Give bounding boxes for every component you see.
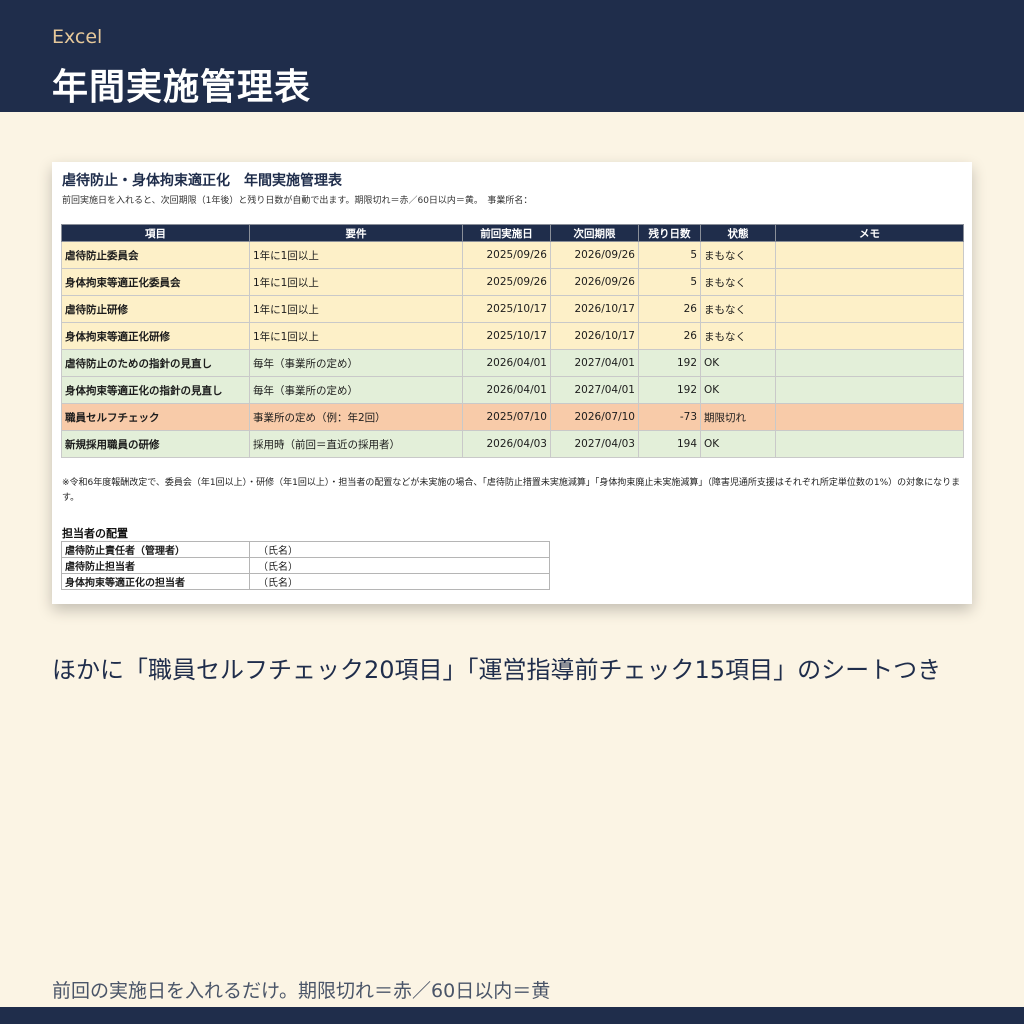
row-status-cell[interactable]: 期限切れ [700, 403, 776, 431]
row-status-cell[interactable]: OK [700, 376, 776, 404]
table-row: 身体拘束等適正化の指針の見直し 毎年（事業所の定め） 2026/04/01 2027/… [61, 376, 964, 404]
row-days-left-cell[interactable]: 26 [638, 322, 701, 350]
column-header-requirement: 要件 [249, 224, 463, 242]
row-next-deadline-cell[interactable]: 2027/04/01 [550, 376, 639, 404]
table-row: 職員セルフチェック 事業所の定め（例：年2回） 2025/07/10 2026/07/… [61, 403, 964, 431]
table-row: 虐待防止委員会 1年に1回以上 2025/09/26 2026/09/26 5 まもなく [61, 241, 964, 269]
column-header-days-left: 残り日数 [638, 224, 701, 242]
row-last-date-cell[interactable]: 2025/10/17 [462, 295, 551, 323]
row-last-date-cell[interactable]: 2026/04/03 [462, 430, 551, 458]
row-requirement-cell[interactable]: 1年に1回以上 [249, 295, 463, 323]
column-header-last-date: 前回実施日 [462, 224, 551, 242]
row-days-left-cell[interactable]: 26 [638, 295, 701, 323]
staff-role-cell: 虐待防止担当者 [61, 557, 250, 574]
penalty-note: ※令和6年度報酬改定で、委員会（年1回以上）・研修（年1回以上）・担当者の配置な… [62, 478, 961, 503]
table-row: 新規採用職員の研修 採用時（前回＝直近の採用者） 2026/04/03 2027/04… [61, 430, 964, 458]
row-requirement-cell[interactable]: 事業所の定め（例：年2回） [249, 403, 463, 431]
column-header-item: 項目 [61, 224, 250, 242]
row-item-cell[interactable]: 虐待防止研修 [61, 295, 250, 323]
row-requirement-cell[interactable]: 採用時（前回＝直近の採用者） [249, 430, 463, 458]
staff-name-cell[interactable]: （氏名） [249, 541, 550, 558]
row-memo-cell[interactable] [775, 322, 964, 350]
table-header-row: 項目 要件 前回実施日 次回期限 残り日数 状態 メモ [61, 224, 964, 242]
row-status-cell[interactable]: まもなく [700, 295, 776, 323]
sheet-subtitle: 前回実施日を入れると、次回期限（1年後）と残り日数が自動で出ます。期限切れ＝赤／… [62, 196, 533, 206]
staff-row: 身体拘束等適正化の担当者 （氏名） [61, 573, 550, 590]
staff-name-cell[interactable]: （氏名） [249, 573, 550, 590]
row-last-date-cell[interactable]: 2026/04/01 [462, 349, 551, 377]
row-days-left-cell[interactable]: 5 [638, 241, 701, 269]
row-memo-cell[interactable] [775, 241, 964, 269]
row-memo-cell[interactable] [775, 349, 964, 377]
staff-name-cell[interactable]: （氏名） [249, 557, 550, 574]
row-days-left-cell[interactable]: 194 [638, 430, 701, 458]
row-requirement-cell[interactable]: 毎年（事業所の定め） [249, 349, 463, 377]
row-next-deadline-cell[interactable]: 2027/04/01 [550, 349, 639, 377]
row-requirement-cell[interactable]: 1年に1回以上 [249, 322, 463, 350]
page-title: 年間実施管理表 [52, 67, 312, 108]
staff-row: 虐待防止責任者（管理者） （氏名） [61, 541, 550, 558]
row-item-cell[interactable]: 新規採用職員の研修 [61, 430, 250, 458]
row-last-date-cell[interactable]: 2025/10/17 [462, 322, 551, 350]
row-days-left-cell[interactable]: 192 [638, 376, 701, 404]
extra-sheets-caption: ほかに「職員セルフチェック20項目」「運営指導前チェック15項目」のシートつき [52, 656, 942, 684]
row-item-cell[interactable]: 職員セルフチェック [61, 403, 250, 431]
row-status-cell[interactable]: まもなく [700, 322, 776, 350]
staff-role-cell: 虐待防止責任者（管理者） [61, 541, 250, 558]
row-last-date-cell[interactable]: 2026/04/01 [462, 376, 551, 404]
row-last-date-cell[interactable]: 2025/09/26 [462, 241, 551, 269]
row-status-cell[interactable]: まもなく [700, 268, 776, 296]
staff-row: 虐待防止担当者 （氏名） [61, 557, 550, 574]
row-last-date-cell[interactable]: 2025/09/26 [462, 268, 551, 296]
row-requirement-cell[interactable]: 1年に1回以上 [249, 268, 463, 296]
column-header-next-deadline: 次回期限 [550, 224, 639, 242]
row-requirement-cell[interactable]: 毎年（事業所の定め） [249, 376, 463, 404]
schedule-table: 項目 要件 前回実施日 次回期限 残り日数 状態 メモ 虐待防止委員会 1年に1回… [61, 224, 964, 458]
column-header-memo: メモ [775, 224, 964, 242]
column-header-status: 状態 [700, 224, 776, 242]
row-memo-cell[interactable] [775, 403, 964, 431]
table-row: 虐待防止研修 1年に1回以上 2025/10/17 2026/10/17 26 まもなく [61, 295, 964, 323]
row-item-cell[interactable]: 身体拘束等適正化委員会 [61, 268, 250, 296]
table-row: 身体拘束等適正化委員会 1年に1回以上 2025/09/26 2026/09/26 5 ま… [61, 268, 964, 296]
spreadsheet-preview: 虐待防止・身体拘束適正化 年間実施管理表 前回実施日を入れると、次回期限（1年後… [52, 162, 972, 604]
row-item-cell[interactable]: 身体拘束等適正化研修 [61, 322, 250, 350]
staff-role-cell: 身体拘束等適正化の担当者 [61, 573, 250, 590]
row-next-deadline-cell[interactable]: 2026/07/10 [550, 403, 639, 431]
row-memo-cell[interactable] [775, 430, 964, 458]
row-item-cell[interactable]: 身体拘束等適正化の指針の見直し [61, 376, 250, 404]
sheet-title: 虐待防止・身体拘束適正化 年間実施管理表 [62, 173, 342, 189]
row-memo-cell[interactable] [775, 376, 964, 404]
row-next-deadline-cell[interactable]: 2026/10/17 [550, 295, 639, 323]
row-next-deadline-cell[interactable]: 2027/04/03 [550, 430, 639, 458]
app-label: Excel [52, 26, 103, 48]
row-days-left-cell[interactable]: 5 [638, 268, 701, 296]
row-days-left-cell[interactable]: 192 [638, 349, 701, 377]
header-banner: Excel 年間実施管理表 [0, 0, 1024, 112]
row-days-left-cell[interactable]: -73 [638, 403, 701, 431]
row-status-cell[interactable]: OK [700, 430, 776, 458]
row-status-cell[interactable]: まもなく [700, 241, 776, 269]
row-item-cell[interactable]: 虐待防止委員会 [61, 241, 250, 269]
row-status-cell[interactable]: OK [700, 349, 776, 377]
row-requirement-cell[interactable]: 1年に1回以上 [249, 241, 463, 269]
footer-bar [0, 1007, 1024, 1024]
row-next-deadline-cell[interactable]: 2026/10/17 [550, 322, 639, 350]
staff-section-title: 担当者の配置 [62, 527, 128, 540]
staff-table: 虐待防止責任者（管理者） （氏名） 虐待防止担当者 （氏名） 身体拘束等適正化の担当者（… [61, 541, 550, 590]
table-row: 虐待防止のための指針の見直し 毎年（事業所の定め） 2026/04/01 2027/0… [61, 349, 964, 377]
footer-text: 前回の実施日を入れるだけ。期限切れ＝赤／60日以内＝黄 [52, 980, 551, 1002]
row-item-cell[interactable]: 虐待防止のための指針の見直し [61, 349, 250, 377]
row-memo-cell[interactable] [775, 268, 964, 296]
row-memo-cell[interactable] [775, 295, 964, 323]
row-last-date-cell[interactable]: 2025/07/10 [462, 403, 551, 431]
row-next-deadline-cell[interactable]: 2026/09/26 [550, 268, 639, 296]
table-row: 身体拘束等適正化研修 1年に1回以上 2025/10/17 2026/10/17 26 ま… [61, 322, 964, 350]
row-next-deadline-cell[interactable]: 2026/09/26 [550, 241, 639, 269]
